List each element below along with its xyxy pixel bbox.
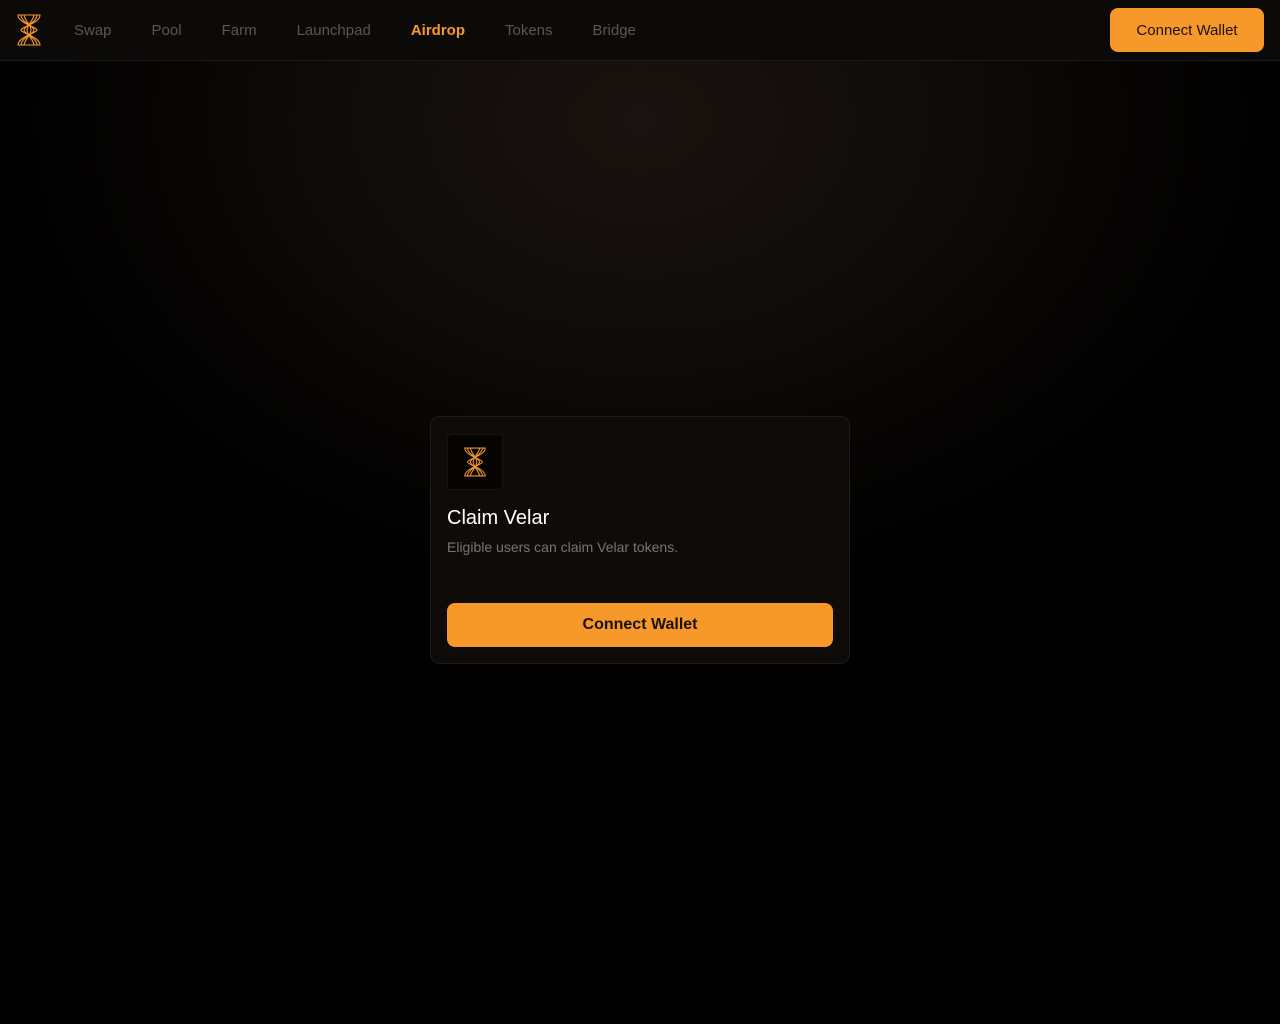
nav-item-swap[interactable]: Swap bbox=[54, 0, 132, 60]
nav-item-airdrop[interactable]: Airdrop bbox=[391, 0, 485, 60]
nav-item-pool[interactable]: Pool bbox=[132, 0, 202, 60]
claim-connect-wallet-button[interactable]: Connect Wallet bbox=[447, 603, 833, 647]
nav-item-launchpad[interactable]: Launchpad bbox=[277, 0, 391, 60]
card-title: Claim Velar bbox=[447, 507, 550, 529]
nav-item-farm[interactable]: Farm bbox=[202, 0, 277, 60]
top-navigation-bar: Swap Pool Farm Launchpad Airdrop Tokens … bbox=[0, 0, 1280, 61]
velar-logo-icon[interactable] bbox=[14, 12, 44, 48]
main-nav: Swap Pool Farm Launchpad Airdrop Tokens … bbox=[54, 0, 656, 60]
card-description: Eligible users can claim Velar tokens. bbox=[447, 539, 679, 555]
velar-logo-icon bbox=[447, 434, 503, 490]
nav-item-tokens[interactable]: Tokens bbox=[485, 0, 573, 60]
header-connect-wallet-button[interactable]: Connect Wallet bbox=[1110, 8, 1264, 52]
nav-item-bridge[interactable]: Bridge bbox=[573, 0, 656, 60]
claim-velar-card: Claim Velar Eligible users can claim Vel… bbox=[430, 416, 850, 664]
